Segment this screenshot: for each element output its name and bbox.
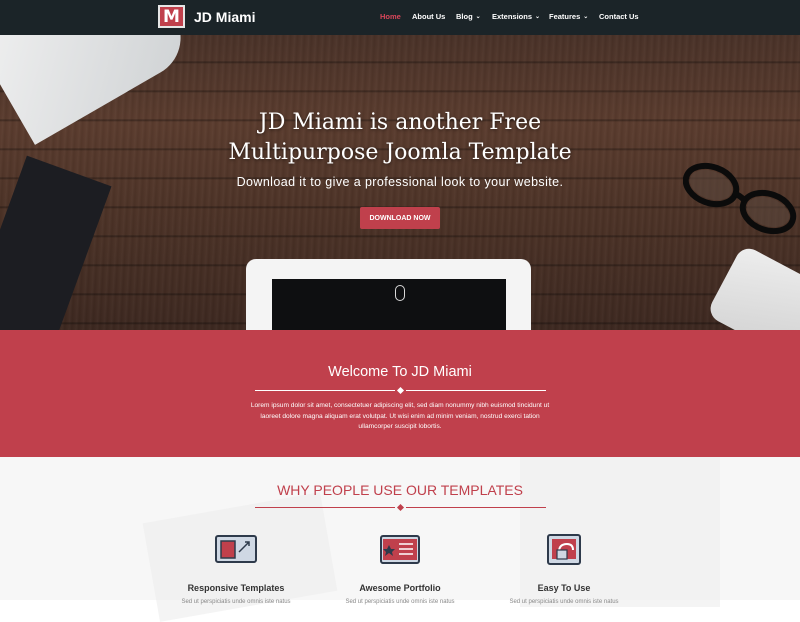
nav-item-home[interactable]: Home	[380, 12, 401, 21]
phone-image	[705, 243, 800, 330]
diamond-icon	[396, 386, 405, 395]
divider-left	[255, 507, 395, 508]
why-section: WHY PEOPLE USE OUR TEMPLATES Responsive …	[0, 457, 800, 622]
portfolio-icon	[380, 535, 420, 564]
hero-title-line-2: Multipurpose Joomla Template	[228, 140, 572, 165]
nav-item-blog[interactable]: Blog ⌄	[456, 12, 481, 21]
welcome-title: Welcome To JD Miami	[328, 364, 472, 380]
logo-icon: M	[158, 5, 185, 28]
chevron-down-icon: ⌄	[475, 14, 481, 20]
download-now-button[interactable]: DOWNLOAD NOW	[360, 207, 440, 229]
glasses-image	[683, 162, 797, 235]
nav-item-label: Extensions	[492, 12, 533, 21]
hero-title: JD Miami is another Free Multipurpose Jo…	[0, 108, 800, 168]
divider-left	[255, 390, 395, 391]
divider-right	[406, 507, 546, 508]
nav-item-contact-us[interactable]: Contact Us	[599, 12, 639, 21]
nav-item-label: Contact Us	[599, 12, 639, 21]
hero-title-line-1: JD Miami is another Free	[258, 110, 542, 135]
nav-item-label: Home	[380, 12, 401, 21]
divider-right	[406, 390, 546, 391]
chevron-down-icon: ⌄	[583, 14, 589, 20]
welcome-text: Lorem ipsum dolor sit amet, consectetuer…	[250, 402, 550, 430]
feature-easy-use: Easy To Use Sed ut perspiciatis unde omn…	[504, 534, 624, 605]
why-title: WHY PEOPLE USE OUR TEMPLATES	[277, 482, 523, 498]
feature-responsive: Responsive Templates Sed ut perspiciatis…	[176, 534, 296, 605]
nav-item-label: About Us	[412, 12, 446, 21]
chevron-down-icon: ⌄	[535, 14, 541, 20]
nav-item-label: Features	[549, 12, 581, 21]
nav-item-label: Blog	[456, 12, 473, 21]
hero-subtitle: Download it to give a professional look …	[236, 175, 564, 189]
tablet-screen	[272, 279, 506, 330]
site-logo[interactable]: M JD Miami	[158, 5, 255, 28]
feature-portfolio: Awesome Portfolio Sed ut perspiciatis un…	[340, 534, 460, 605]
diamond-icon	[396, 503, 405, 512]
hero-section: JD Miami is another Free Multipurpose Jo…	[0, 35, 800, 330]
feature-title: Easy To Use	[537, 583, 591, 593]
easy-use-icon	[547, 534, 581, 565]
feature-title: Awesome Portfolio	[359, 583, 441, 593]
navbar: M JD Miami Home About Us Blog ⌄ Extension…	[0, 0, 800, 35]
responsive-icon	[215, 535, 257, 563]
welcome-section: Welcome To JD Miami Lorem ipsum dolor si…	[0, 330, 800, 457]
mouse-scroll-icon	[395, 285, 405, 301]
nav-item-features[interactable]: Features ⌄	[549, 12, 588, 21]
nav-item-about-us[interactable]: About Us	[412, 12, 445, 21]
site-name: JD Miami	[194, 8, 256, 25]
nav-item-extensions[interactable]: Extensions ⌄	[492, 12, 540, 21]
feature-title: Responsive Templates	[187, 583, 285, 593]
